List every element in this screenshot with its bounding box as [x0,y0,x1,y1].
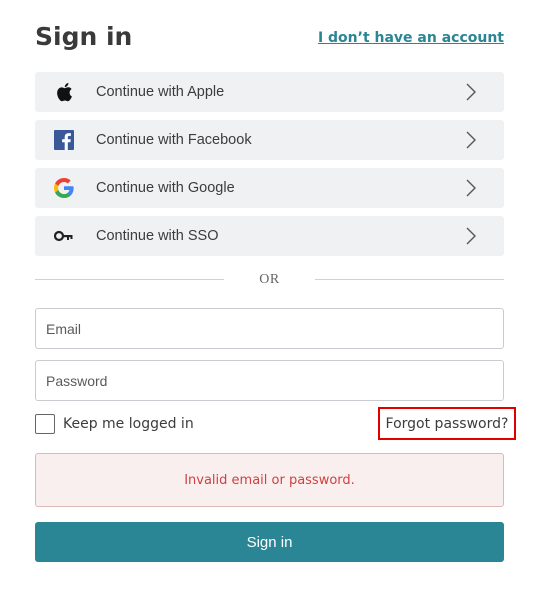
facebook-icon [53,130,75,150]
no-account-link[interactable]: I don’t have an account [318,30,504,46]
continue-with-facebook-button[interactable]: Continue with Facebook [35,120,504,160]
continue-with-apple-button[interactable]: Continue with Apple [35,72,504,112]
key-icon [53,226,75,246]
forgot-password-link[interactable]: Forgot password? [378,407,516,440]
password-field[interactable] [35,360,504,401]
error-message: Invalid email or password. [35,453,504,507]
or-divider: OR [35,270,504,290]
sign-in-button[interactable]: Sign in [35,522,504,562]
google-icon [53,178,75,198]
provider-label: Continue with Google [96,180,235,196]
keep-logged-in-checkbox[interactable] [35,414,55,434]
apple-icon [53,82,75,102]
divider-text: OR [259,272,280,287]
continue-with-sso-button[interactable]: Continue with SSO [35,216,504,256]
page-title: Sign in [35,22,133,51]
chevron-right-icon [466,131,476,149]
provider-list: Continue with Apple Continue with Facebo… [35,72,504,264]
keep-logged-in-label: Keep me logged in [63,416,194,432]
provider-label: Continue with Apple [96,84,225,100]
provider-label: Continue with Facebook [96,132,252,148]
keep-logged-in-toggle[interactable]: Keep me logged in [35,413,194,435]
chevron-right-icon [466,227,476,245]
chevron-right-icon [466,83,476,101]
chevron-right-icon [466,179,476,197]
header: Sign in I don’t have an account [35,22,504,58]
provider-label: Continue with SSO [96,228,219,244]
divider-line [315,279,504,280]
continue-with-google-button[interactable]: Continue with Google [35,168,504,208]
email-field[interactable] [35,308,504,349]
